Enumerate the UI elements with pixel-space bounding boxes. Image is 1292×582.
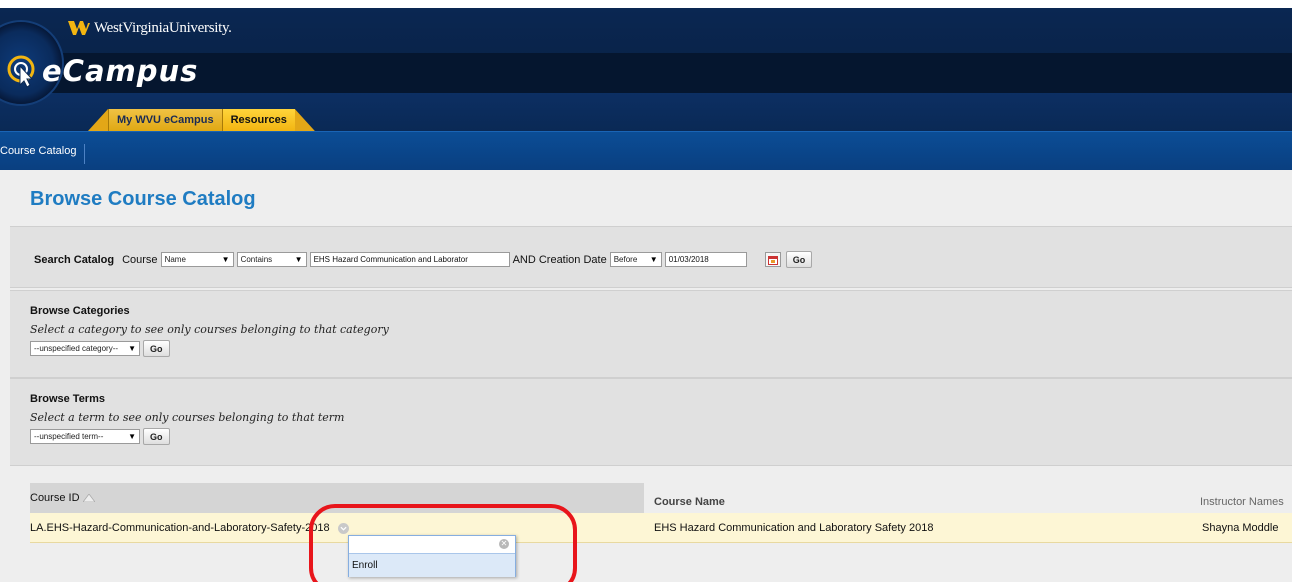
term-select[interactable]: --unspecified term-- ▼ — [30, 429, 140, 444]
browse-categories-title: Browse Categories — [30, 305, 130, 317]
sort-ascending-icon — [82, 494, 95, 502]
date-input[interactable]: 01/03/2018 — [664, 252, 747, 267]
tab-cap-right — [294, 109, 315, 131]
column-header-course-id[interactable]: Course ID — [30, 483, 644, 513]
ecampus-logo[interactable]: eCampus — [6, 54, 198, 88]
cell-course-id[interactable]: LA.EHS-Hazard-Communication-and-Laborato… — [30, 522, 330, 534]
close-icon[interactable]: ✕ — [499, 539, 509, 549]
context-menu-header: ✕ — [349, 536, 515, 554]
tab-my-wvu-ecampus[interactable]: My WVU eCampus — [108, 109, 222, 131]
term-go-button[interactable]: Go — [143, 428, 170, 445]
page-title: Browse Course Catalog — [30, 188, 256, 210]
nav-course-catalog[interactable]: Course Catalog — [0, 144, 86, 164]
ecampus-cursor-icon — [7, 55, 35, 88]
row-options-chevron-icon[interactable] — [338, 523, 349, 534]
dropdown-arrow-icon: ▼ — [128, 344, 136, 353]
search-go-button[interactable]: Go — [785, 251, 813, 268]
main-tabs: My WVU eCampus Resources — [88, 109, 315, 131]
app-name: eCampus — [42, 54, 199, 88]
site-header: WestVirginiaUniversity. eCampus My WVU e… — [0, 8, 1292, 170]
page: WestVirginiaUniversity. eCampus My WVU e… — [0, 0, 1292, 582]
browse-terms-title: Browse Terms — [30, 393, 105, 405]
browse-categories-description: Select a category to see only courses be… — [30, 323, 389, 336]
category-select-value: --unspecified category-- — [34, 344, 119, 353]
search-operator-select-value: Contains — [240, 255, 273, 264]
dropdown-arrow-icon: ▼ — [128, 432, 136, 441]
dropdown-arrow-icon: ▼ — [649, 255, 658, 264]
date-operator-select-value: Before — [613, 255, 638, 264]
term-select-value: --unspecified term-- — [34, 432, 104, 441]
search-row: Search Catalog Course Name ▼ Contains ▼ … — [34, 251, 813, 268]
flying-wv-icon — [68, 21, 90, 35]
table-row[interactable]: LA.EHS-Hazard-Communication-and-Laborato… — [30, 513, 1292, 543]
chevron-down-icon — [340, 526, 347, 531]
browse-terms-description: Select a term to see only courses belong… — [30, 411, 345, 424]
course-field-label: Course — [122, 253, 158, 266]
menu-item-enroll[interactable]: Enroll — [349, 554, 515, 577]
search-field-select-value: Name — [164, 255, 186, 264]
category-go-button[interactable]: Go — [143, 340, 170, 357]
cell-course-name: EHS Hazard Communication and Laboratory … — [654, 522, 934, 534]
dropdown-arrow-icon: ▼ — [294, 255, 303, 264]
column-header-course-id-label: Course ID — [30, 492, 80, 504]
creation-date-label: AND Creation Date — [512, 253, 607, 266]
search-panel: Search Catalog Course Name ▼ Contains ▼ … — [10, 226, 1292, 288]
cell-instructor: Shayna Moddle — [1202, 522, 1279, 534]
browse-terms-controls: --unspecified term-- ▼ Go — [30, 428, 170, 445]
sub-nav-bar: Course Catalog — [0, 131, 1292, 170]
column-header-course-name[interactable]: Course Name — [654, 496, 725, 508]
calendar-icon[interactable] — [764, 252, 781, 267]
browse-categories-panel: Browse Categories Select a category to s… — [10, 290, 1292, 378]
browse-categories-controls: --unspecified category-- ▼ Go — [30, 340, 170, 357]
tab-resources[interactable]: Resources — [221, 109, 295, 131]
row-context-menu: ✕ Enroll — [348, 535, 516, 577]
dropdown-arrow-icon: ▼ — [221, 255, 230, 264]
search-query-input[interactable]: EHS Hazard Communication and Laborator — [309, 252, 510, 267]
search-field-select[interactable]: Name ▼ — [160, 252, 234, 267]
browse-terms-panel: Browse Terms Select a term to see only c… — [10, 378, 1292, 466]
university-name: WestVirginiaUniversity. — [94, 19, 232, 36]
search-catalog-label: Search Catalog — [34, 253, 115, 266]
calendar-glyph — [767, 255, 778, 265]
tab-cap-left — [88, 109, 108, 131]
search-operator-select[interactable]: Contains ▼ — [236, 252, 307, 267]
column-header-instructor[interactable]: Instructor Names — [1200, 496, 1284, 508]
category-select[interactable]: --unspecified category-- ▼ — [30, 341, 140, 356]
wvu-logo[interactable]: WestVirginiaUniversity. — [68, 19, 232, 37]
table-header: Course ID Course Name Instructor Names — [30, 483, 1292, 513]
date-operator-select[interactable]: Before ▼ — [609, 252, 662, 267]
